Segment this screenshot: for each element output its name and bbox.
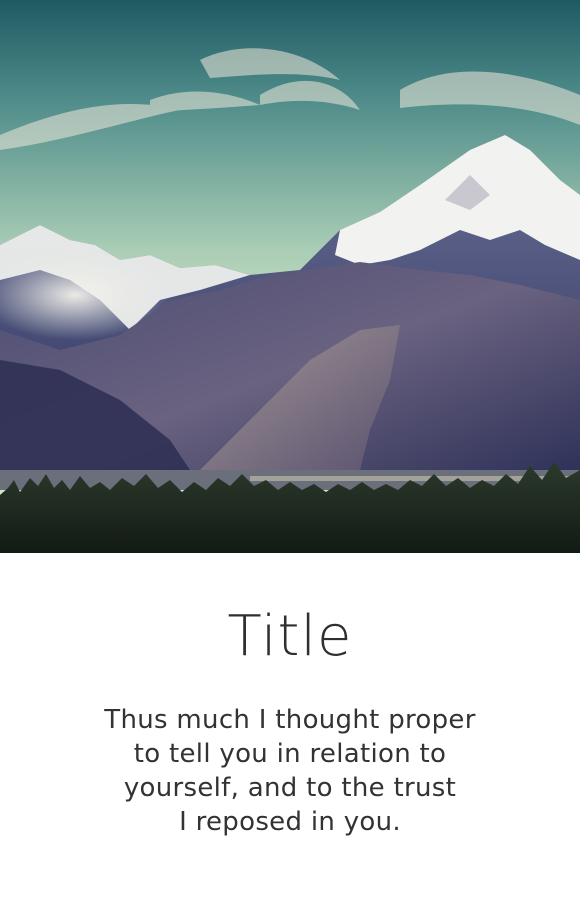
hero-image <box>0 0 580 553</box>
body-line: to tell you in relation to <box>133 739 447 769</box>
card-body-text: Thus much I thought proper to tell you i… <box>80 703 500 839</box>
body-line: Thus much I thought proper <box>104 705 476 735</box>
content-card: Title Thus much I thought proper to tell… <box>0 0 580 897</box>
card-title: Title <box>227 604 353 669</box>
body-line: I reposed in you. <box>179 807 401 837</box>
card-content: Title Thus much I thought proper to tell… <box>0 553 580 897</box>
body-line: yourself, and to the trust <box>123 773 457 803</box>
